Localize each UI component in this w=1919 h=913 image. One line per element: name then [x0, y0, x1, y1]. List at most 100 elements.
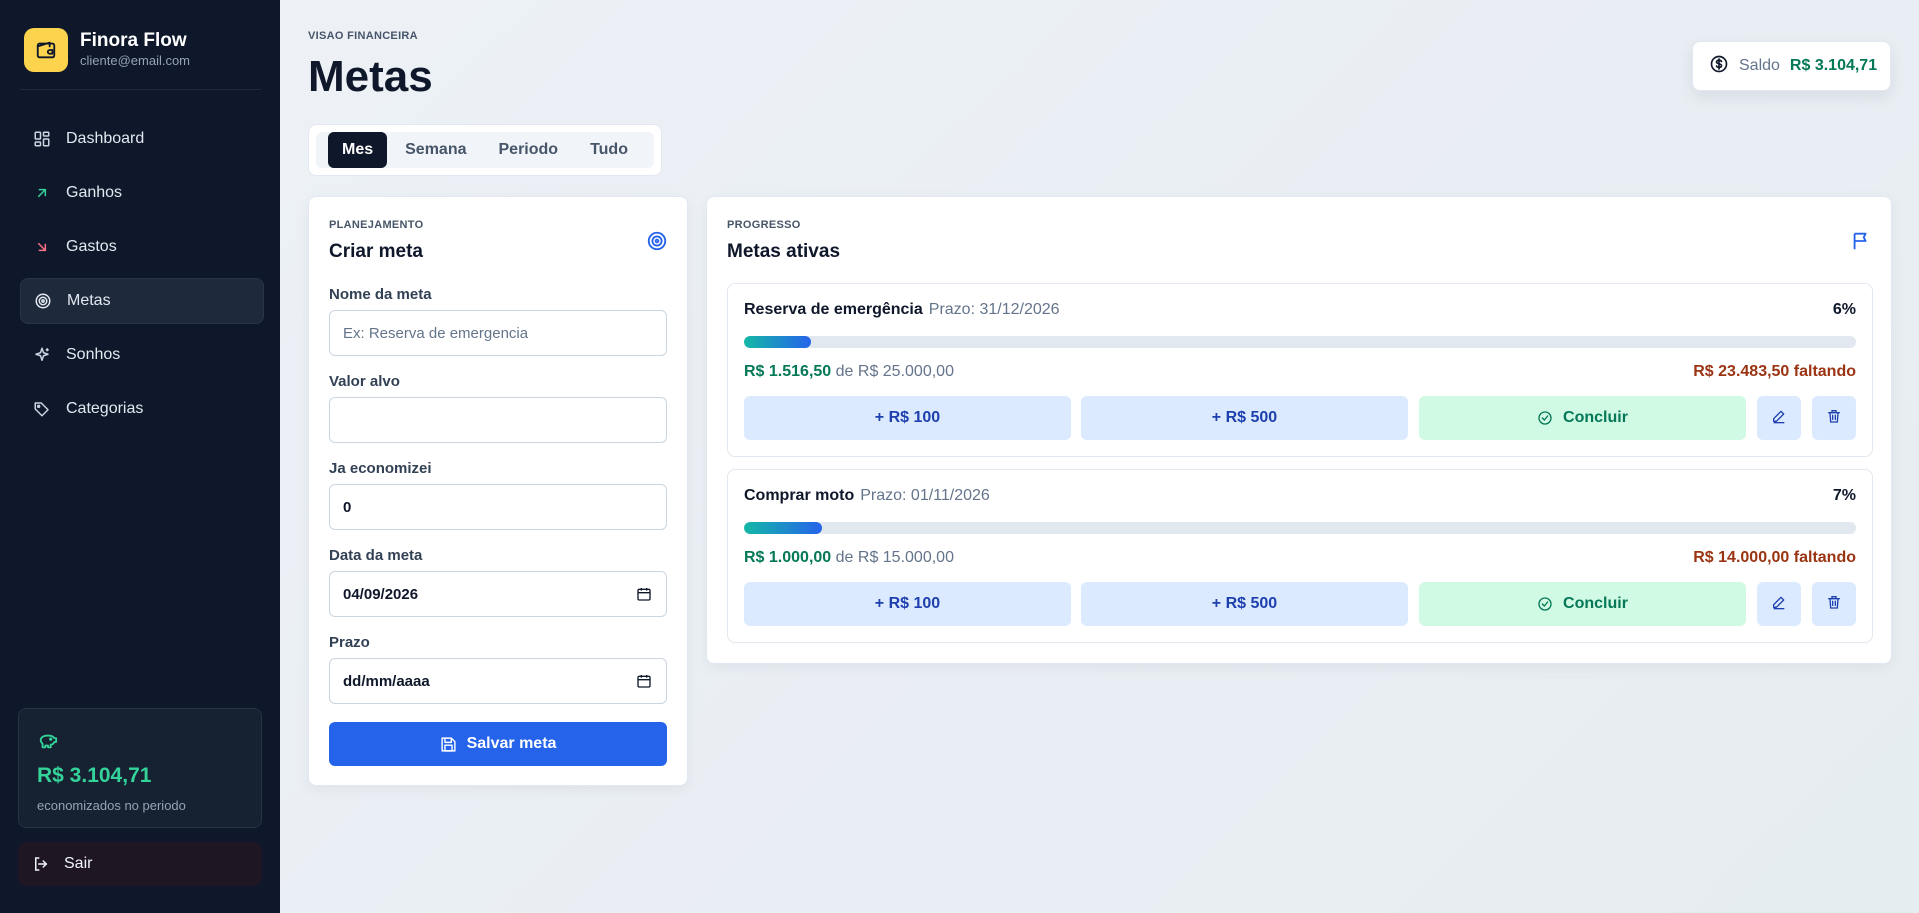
arrow-up-right-icon: [32, 183, 52, 203]
add-500-button[interactable]: + R$ 500: [1081, 582, 1408, 626]
sidebar-item-label: Categorias: [66, 400, 144, 417]
sidebar-item-ganhos[interactable]: Ganhos: [20, 170, 264, 216]
target-value-label: Valor alvo: [329, 373, 400, 390]
goal-progress-fill: [744, 522, 822, 534]
goal-progress-bar: [744, 522, 1856, 534]
goal-deadline: Prazo: 31/12/2026: [928, 301, 1060, 318]
trash-icon: [1826, 408, 1842, 429]
period-tabs: Mes Semana Periodo Tudo: [308, 124, 662, 176]
goal-saved: R$ 1.000,00 de R$ 15.000,00: [744, 549, 954, 567]
goal-date-input[interactable]: 04/09/2026: [329, 571, 667, 617]
progress-eyebrow: PROGRESSO: [727, 219, 801, 231]
goal-date-value: 04/09/2026: [343, 585, 419, 603]
calendar-icon[interactable]: [636, 673, 652, 693]
goal-name-label: Nome da meta: [329, 286, 432, 303]
user-email: cliente@email.com: [80, 53, 191, 68]
progress-title: Metas ativas: [727, 241, 841, 262]
brand-name: Finora Flow: [80, 30, 187, 51]
goal-target: de R$ 25.000,00: [835, 363, 954, 380]
logout-label: Sair: [64, 855, 93, 872]
deadline-input[interactable]: dd/mm/aaaa: [329, 658, 667, 704]
goal-date-label: Data da meta: [329, 547, 423, 564]
tab-periodo[interactable]: Periodo: [485, 132, 573, 168]
logout-button[interactable]: Sair: [18, 842, 262, 886]
goal-name-input[interactable]: Ex: Reserva de emergencia: [329, 310, 667, 356]
goal-progress-bar: [744, 336, 1856, 348]
sidebar: Finora Flow cliente@email.com Dashboard …: [0, 0, 280, 913]
edit-goal-button[interactable]: [1757, 582, 1801, 626]
trash-icon: [1826, 594, 1842, 615]
goal-name: Reserva de emergência: [744, 301, 923, 318]
tab-mes[interactable]: Mes: [328, 132, 388, 168]
complete-goal-button[interactable]: Concluir: [1419, 582, 1746, 626]
tab-semana[interactable]: Semana: [391, 132, 480, 168]
sidebar-item-gastos[interactable]: Gastos: [20, 224, 264, 270]
saved-amount-label: Ja economizei: [329, 460, 432, 477]
savings-amount: R$ 3.104,71: [37, 764, 152, 787]
page-eyebrow: VISAO FINANCEIRA: [308, 30, 418, 42]
target-value-input[interactable]: [329, 397, 667, 443]
sidebar-item-dashboard[interactable]: Dashboard: [20, 116, 264, 162]
complete-goal-label: Concluir: [1563, 409, 1628, 426]
savings-caption: economizados no periodo: [37, 798, 186, 813]
pencil-icon: [1771, 408, 1787, 429]
save-goal-label: Salvar meta: [466, 735, 557, 752]
calendar-icon[interactable]: [636, 586, 652, 606]
brand: Finora Flow cliente@email.com: [24, 28, 190, 72]
goal-progress-fill: [744, 336, 811, 348]
sidebar-item-label: Gastos: [66, 238, 117, 255]
save-goal-button[interactable]: Salvar meta: [329, 722, 667, 766]
divider: [20, 89, 261, 90]
dollar-circle-icon: [1709, 54, 1729, 79]
form-eyebrow: PLANEJAMENTO: [329, 219, 424, 231]
logout-icon: [32, 855, 50, 873]
goal-saved: R$ 1.516,50 de R$ 25.000,00: [744, 363, 954, 381]
delete-goal-button[interactable]: [1812, 582, 1856, 626]
balance-badge: Saldo R$ 3.104,71: [1692, 41, 1891, 91]
tab-tudo[interactable]: Tudo: [576, 132, 642, 168]
pencil-icon: [1771, 594, 1787, 615]
check-circle-icon: [1537, 596, 1553, 612]
add-100-button[interactable]: + R$ 100: [744, 582, 1071, 626]
sidebar-item-metas[interactable]: Metas: [20, 278, 264, 324]
sidebar-item-categorias[interactable]: Categorias: [20, 386, 264, 432]
flag-icon: [1850, 230, 1872, 257]
piggy-bank-icon: [37, 734, 59, 755]
dashboard-icon: [32, 129, 52, 149]
target-icon: [33, 291, 53, 311]
complete-goal-label: Concluir: [1563, 595, 1628, 612]
delete-goal-button[interactable]: [1812, 396, 1856, 440]
goal-deadline: Prazo: 01/11/2026: [860, 487, 990, 504]
balance-value: R$ 3.104,71: [1789, 57, 1878, 74]
wallet-icon: [24, 28, 68, 72]
save-icon: [440, 736, 457, 753]
sparkles-icon: [32, 345, 52, 365]
goal-percent: 7%: [1832, 487, 1856, 504]
add-100-button[interactable]: + R$ 100: [744, 396, 1071, 440]
sidebar-item-label: Metas: [67, 292, 111, 309]
sidebar-item-sonhos[interactable]: Sonhos: [20, 332, 264, 378]
deadline-label: Prazo: [329, 634, 370, 651]
tags-icon: [32, 399, 52, 419]
target-icon: [646, 230, 668, 257]
form-title: Criar meta: [329, 241, 423, 262]
sidebar-item-label: Dashboard: [66, 130, 145, 147]
goal-remaining: R$ 23.483,50 faltando: [1693, 363, 1856, 380]
goal-item: Comprar moto Prazo: 01/11/2026 7% R$ 1.00…: [727, 469, 1873, 643]
goal-target: de R$ 15.000,00: [835, 549, 954, 566]
create-goal-card: PLANEJAMENTO Criar meta Nome da meta Ex:…: [308, 196, 688, 786]
complete-goal-button[interactable]: Concluir: [1419, 396, 1746, 440]
goal-item: Reserva de emergência Prazo: 31/12/2026 6…: [727, 283, 1873, 457]
page-title: Metas: [308, 52, 433, 101]
edit-goal-button[interactable]: [1757, 396, 1801, 440]
goal-percent: 6%: [1832, 301, 1856, 318]
sidebar-item-label: Sonhos: [66, 346, 121, 363]
goal-name: Comprar moto: [744, 487, 855, 504]
add-500-button[interactable]: + R$ 500: [1081, 396, 1408, 440]
goal-remaining: R$ 14.000,00 faltando: [1693, 549, 1856, 566]
balance-label: Saldo: [1739, 57, 1780, 74]
active-goals-card: PROGRESSO Metas ativas Reserva de emergê…: [706, 196, 1892, 664]
saved-amount-input[interactable]: 0: [329, 484, 667, 530]
check-circle-icon: [1537, 410, 1553, 426]
goal-saved-amount: R$ 1.000,00: [744, 549, 832, 566]
